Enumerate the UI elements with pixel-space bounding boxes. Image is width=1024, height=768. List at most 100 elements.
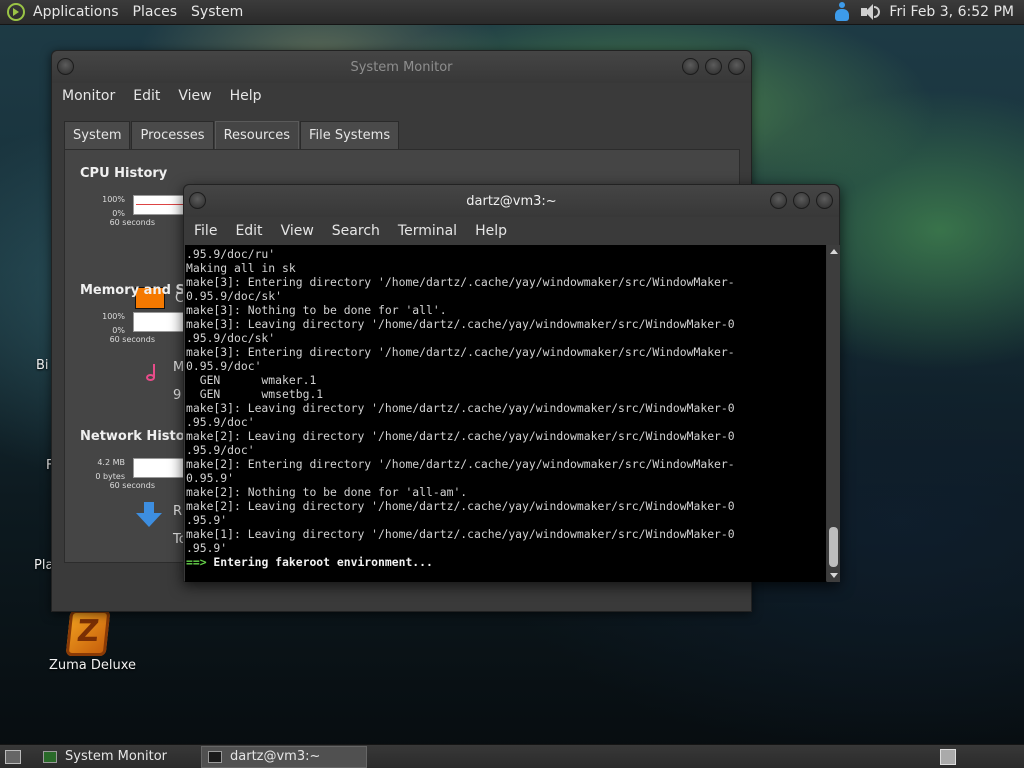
terminal-line: .95.9/doc/ru' (186, 247, 276, 261)
workspace-switcher-icon[interactable] (940, 748, 956, 765)
system-monitor-menubar: Monitor Edit View Help (52, 83, 751, 109)
minimize-button[interactable] (770, 192, 787, 209)
terminal-line: .95.9/doc/sk' (186, 331, 276, 345)
terminal-line: make[2]: Leaving directory '/home/dartz/… (186, 429, 735, 443)
task-label: System Monitor (65, 749, 168, 764)
cpu-history-title: CPU History (80, 166, 168, 181)
tab-system[interactable]: System (64, 121, 131, 149)
scroll-down-arrow-icon[interactable] (830, 573, 838, 578)
terminal-line: make[3]: Nothing to be done for 'all'. (186, 303, 447, 317)
window-menu-button[interactable] (189, 192, 206, 209)
terminal-prompt-line: ==> Entering fakeroot environment... (186, 555, 826, 569)
places-menu[interactable]: Places (133, 4, 178, 20)
menu-view[interactable]: View (178, 88, 211, 104)
terminal-line: 0.95.9/doc/sk' (186, 289, 283, 303)
prompt-arrow: ==> (186, 555, 207, 569)
terminal-line: make[3]: Leaving directory '/home/dartz/… (186, 317, 735, 331)
network-receiving-label: R (173, 504, 183, 519)
cpu-graph-max-label: 100% (102, 195, 125, 204)
cpu-graph-span-label: 60 seconds (109, 218, 155, 227)
terminal-line: make[2]: Leaving directory '/home/dartz/… (186, 499, 735, 513)
menu-view[interactable]: View (281, 223, 314, 239)
tab-file-systems[interactable]: File Systems (299, 121, 400, 149)
prompt-text: Entering fakeroot environment... (206, 555, 433, 569)
zuma-deluxe-label[interactable]: Zuma Deluxe (49, 658, 136, 673)
menu-edit[interactable]: Edit (235, 223, 262, 239)
menu-help[interactable]: Help (230, 88, 262, 104)
terminal-line: .95.9' (186, 541, 228, 555)
terminal-line: make[1]: Leaving directory '/home/dartz/… (186, 527, 735, 541)
terminal-task-icon (208, 750, 222, 763)
network-graph-span-label: 60 seconds (109, 481, 155, 490)
terminal-line: GEN wmsetbg.1 (186, 387, 324, 401)
volume-icon[interactable] (859, 2, 881, 22)
cpu-graph-min-label: 0% (112, 209, 125, 218)
menu-edit[interactable]: Edit (133, 88, 160, 104)
download-arrow-icon[interactable] (136, 502, 162, 528)
close-button[interactable] (728, 58, 745, 75)
taskbar-system-monitor[interactable]: System Monitor (37, 746, 195, 768)
applications-menu[interactable]: Applications (33, 4, 119, 20)
terminal-line: .95.9/doc' (186, 415, 255, 429)
terminal-line: .95.9' (186, 513, 228, 527)
bottom-panel: System Monitor dartz@vm3:~ (0, 744, 1024, 768)
terminal-line: make[3]: Leaving directory '/home/dartz/… (186, 401, 735, 415)
system-monitor-titlebar[interactable]: System Monitor (52, 51, 751, 83)
memory-music-note-icon[interactable] (145, 364, 159, 382)
window-menu-button[interactable] (57, 58, 74, 75)
network-history-graph (133, 458, 185, 478)
menu-file[interactable]: File (194, 223, 217, 239)
maximize-button[interactable] (793, 192, 810, 209)
close-button[interactable] (816, 192, 833, 209)
terminal-window: dartz@vm3:~ File Edit View Search Termin… (183, 184, 840, 582)
show-desktop-icon[interactable] (5, 749, 21, 764)
window-title: System Monitor (350, 59, 453, 75)
taskbar-terminal[interactable]: dartz@vm3:~ (201, 745, 367, 768)
memory-value-label: 9 (173, 388, 182, 403)
memory-graph-min-label: 0% (112, 326, 125, 335)
terminal-menubar: File Edit View Search Terminal Help (184, 217, 839, 245)
network-graph-max-label: 4.2 MB (97, 458, 125, 467)
distro-logo-icon[interactable] (7, 3, 25, 21)
terminal-line: GEN wmaker.1 (186, 373, 317, 387)
menu-search[interactable]: Search (332, 223, 380, 239)
zuma-deluxe-icon[interactable] (65, 610, 111, 656)
cpu-usage-line (136, 204, 184, 205)
minimize-button[interactable] (682, 58, 699, 75)
system-monitor-tabs: System Processes Resources File Systems (64, 121, 400, 149)
memory-graph-span-label: 60 seconds (109, 335, 155, 344)
terminal-output[interactable]: .95.9/doc/ru' Making all in sk make[3]: … (185, 245, 826, 582)
memory-graph-max-label: 100% (102, 312, 125, 321)
terminal-titlebar[interactable]: dartz@vm3:~ (184, 185, 839, 217)
terminal-line: make[2]: Nothing to be done for 'all-am'… (186, 485, 468, 499)
menu-monitor[interactable]: Monitor (62, 88, 115, 104)
terminal-line: make[3]: Entering directory '/home/dartz… (186, 345, 735, 359)
system-tray: Fri Feb 3, 6:52 PM (831, 1, 1024, 23)
scrollbar-thumb[interactable] (829, 527, 838, 567)
terminal-line: make[3]: Entering directory '/home/dartz… (186, 275, 735, 289)
maximize-button[interactable] (705, 58, 722, 75)
task-label: dartz@vm3:~ (230, 749, 321, 764)
terminal-line: 0.95.9/doc' (186, 359, 262, 373)
window-title: dartz@vm3:~ (466, 193, 557, 209)
scroll-up-arrow-icon[interactable] (830, 249, 838, 254)
clock[interactable]: Fri Feb 3, 6:52 PM (889, 4, 1014, 20)
top-panel: Applications Places System Fri Feb 3, 6:… (0, 0, 1024, 25)
terminal-scrollbar[interactable] (827, 245, 840, 582)
menu-help[interactable]: Help (475, 223, 507, 239)
network-graph-min-label: 0 bytes (95, 472, 125, 481)
terminal-line: make[2]: Entering directory '/home/dartz… (186, 457, 735, 471)
terminal-line: Making all in sk (186, 261, 296, 275)
memory-history-graph (133, 312, 185, 332)
accessibility-icon[interactable] (831, 1, 853, 23)
system-menu[interactable]: System (191, 4, 243, 20)
terminal-line: .95.9/doc' (186, 443, 255, 457)
terminal-line: 0.95.9' (186, 471, 235, 485)
tab-resources[interactable]: Resources (214, 121, 299, 149)
desktop-icon-label[interactable]: Bi (36, 358, 49, 373)
tab-processes[interactable]: Processes (131, 121, 214, 149)
network-history-title: Network History (80, 429, 200, 444)
system-monitor-task-icon (43, 750, 57, 763)
menu-terminal[interactable]: Terminal (398, 223, 457, 239)
cpu-history-graph (133, 195, 185, 215)
